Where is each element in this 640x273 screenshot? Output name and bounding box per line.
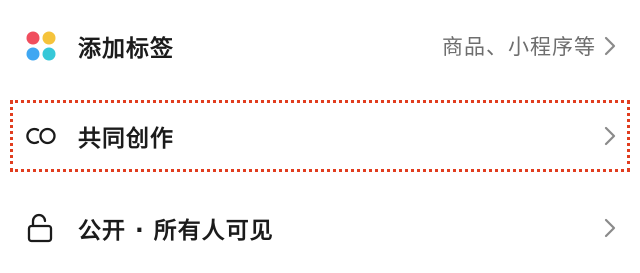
add-tags-hint: 商品、小程序等	[442, 35, 596, 59]
co-create-row[interactable]: 共同创作	[0, 100, 640, 172]
unlock-icon	[24, 211, 58, 245]
colorful-dots-icon	[24, 29, 58, 63]
chevron-right-icon	[602, 33, 618, 59]
visibility-label: 公开 · 所有人可见	[78, 218, 274, 244]
chevron-right-icon	[602, 215, 618, 241]
add-tags-label: 添加标签	[78, 36, 174, 62]
add-tags-row[interactable]: 添加标签 商品、小程序等	[0, 16, 640, 76]
co-create-label: 共同创作	[78, 126, 174, 152]
co-icon	[24, 119, 58, 153]
visibility-row[interactable]: 公开 · 所有人可见	[0, 198, 640, 258]
chevron-right-icon	[602, 123, 618, 149]
